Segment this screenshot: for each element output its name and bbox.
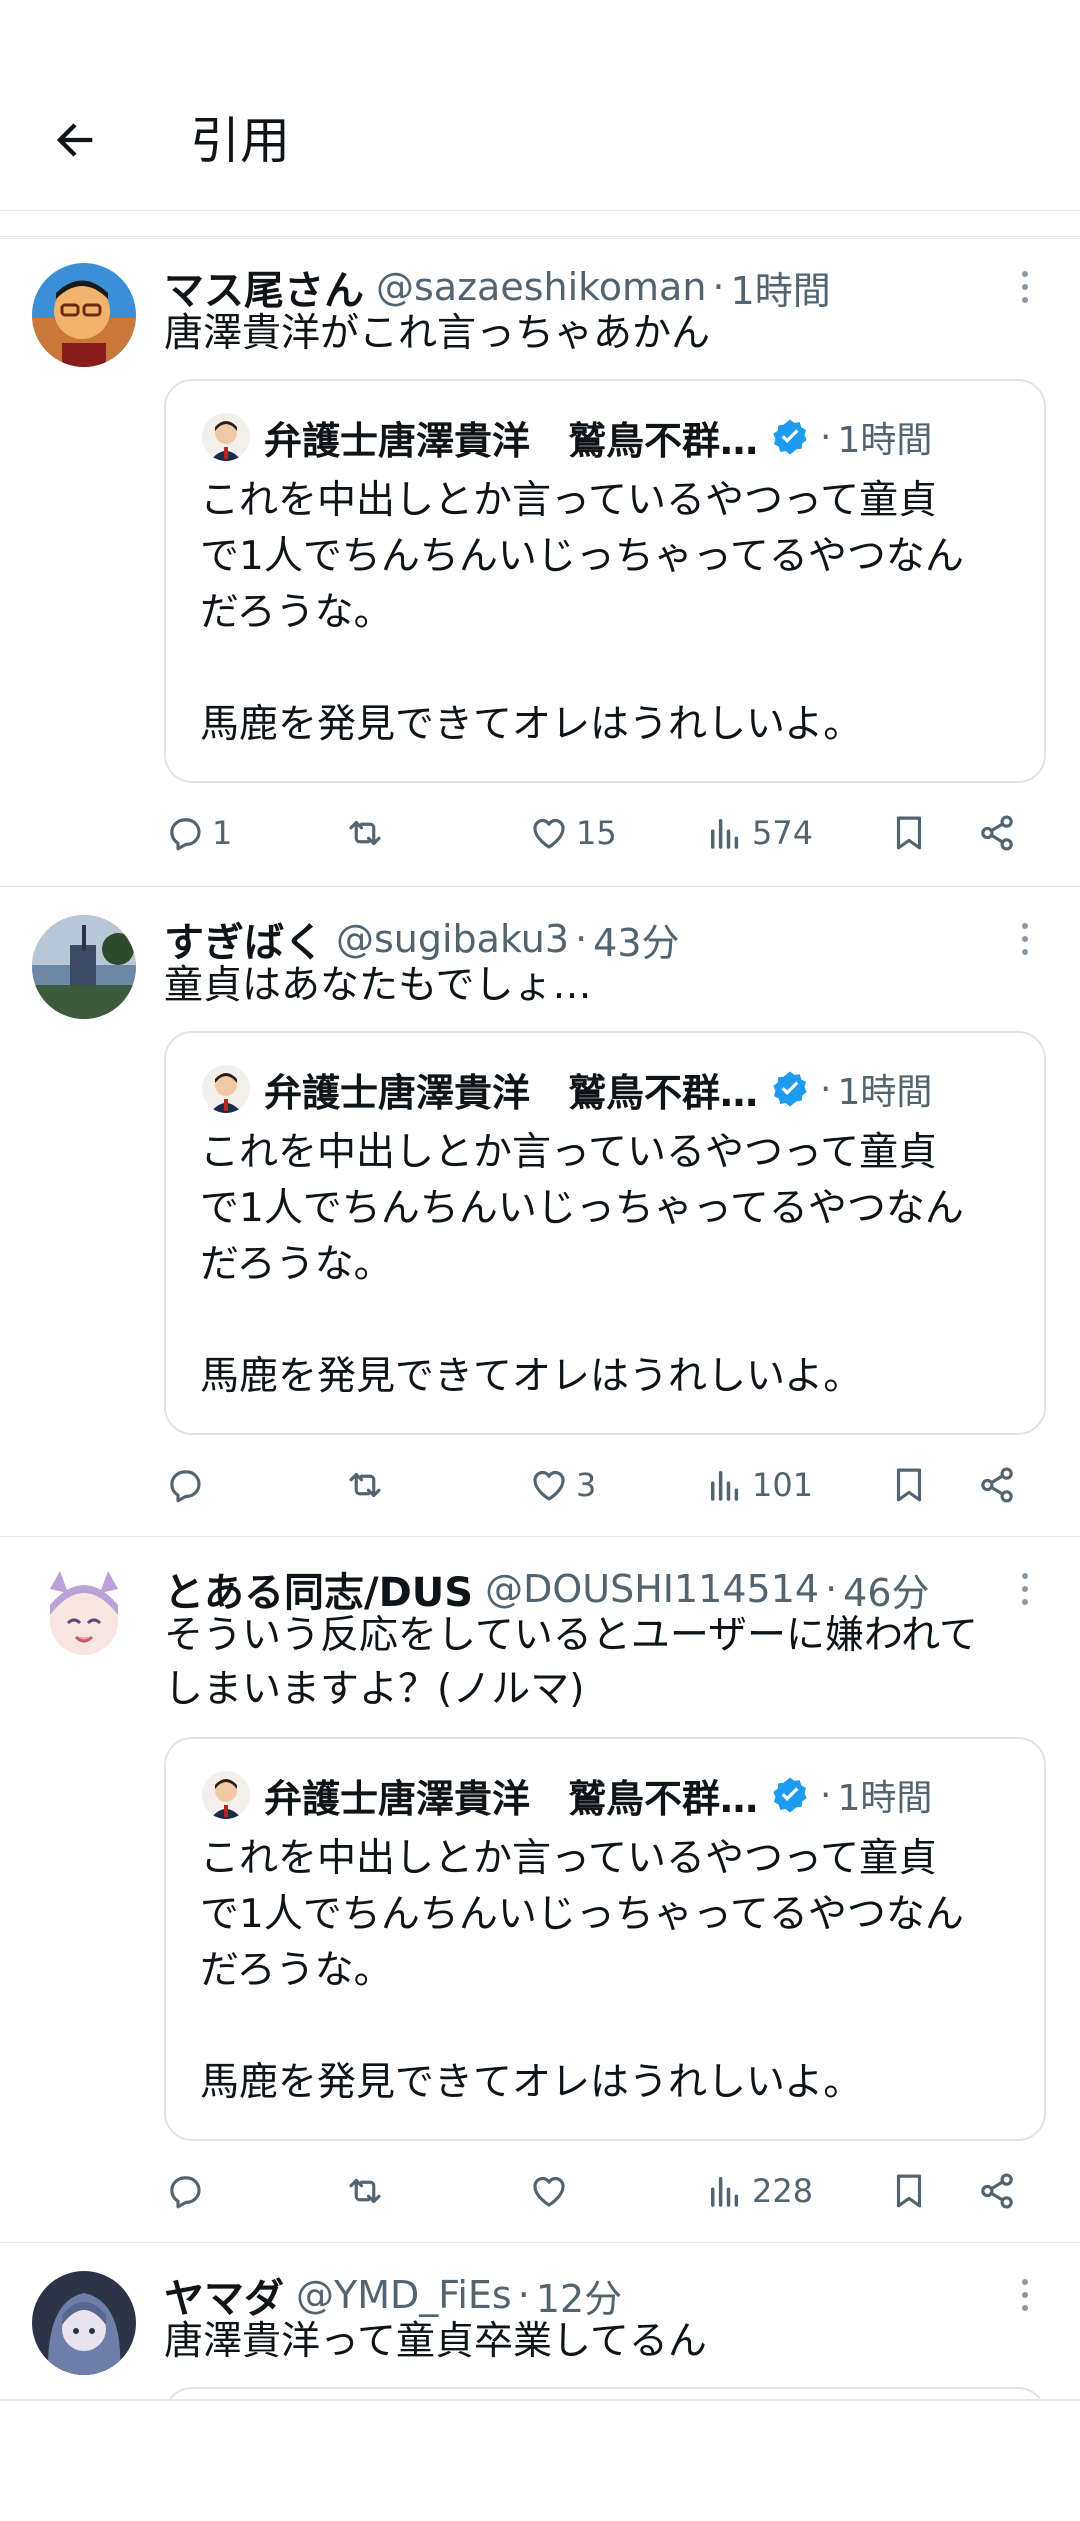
author-handle[interactable]: @sazaeshikoman (376, 265, 706, 309)
share-button[interactable] (976, 803, 1018, 863)
like-icon (533, 819, 565, 849)
share-button[interactable] (976, 1455, 1018, 1515)
views-icon (711, 819, 739, 849)
avatar[interactable] (32, 915, 136, 1019)
quoted-author-name: 弁護士唐澤貴洋 鷲鳥不群… (264, 1776, 759, 1821)
quoted-avatar (202, 1065, 250, 1113)
views-button[interactable]: 101 (704, 1455, 813, 1515)
share-icon (981, 1467, 1013, 1503)
separator-dot: · (575, 917, 588, 961)
verified-badge-icon (773, 1071, 807, 1107)
bookmark-icon (896, 1468, 922, 1502)
reply-count: 1 (212, 814, 233, 852)
divider (0, 236, 1080, 237)
quoted-timestamp: 1時間 (837, 1778, 933, 1819)
retweet-icon (349, 820, 381, 846)
avatar[interactable] (32, 263, 136, 367)
tweet-text: 唐澤貴洋って童貞卒業してるん (164, 2319, 707, 2364)
separator-dot: · (825, 1567, 838, 1611)
views-icon (711, 1471, 739, 1501)
avatar-image (32, 263, 136, 367)
retweet-icon (349, 2178, 381, 2204)
action-bar: 228 (164, 2161, 1044, 2221)
tweet-1[interactable]: マス尾さん @sazaeshikoman · 1時間 唐澤貴洋がこれ言っちゃあか… (0, 238, 1080, 887)
share-icon (981, 815, 1013, 851)
author-handle[interactable]: @YMD_FiEs (296, 2273, 512, 2317)
quoted-tweet[interactable]: 弁護士唐澤貴洋 鷲鳥不群… · 1時間 これを中出しとか言っているやつって童貞 … (164, 1031, 1046, 1435)
quoted-tweet[interactable]: 弁護士唐澤貴洋 鷲鳥不群… · 1時間 これを中出しとか言っているやつって童貞 … (164, 1737, 1046, 2141)
author-handle[interactable]: @sugibaku3 (336, 917, 569, 961)
bookmark-button[interactable] (888, 2161, 930, 2221)
view-count: 228 (752, 2172, 814, 2210)
like-button[interactable]: 15 (528, 803, 617, 863)
like-button[interactable]: 3 (528, 1455, 596, 1515)
retweet-button[interactable] (344, 1455, 386, 1515)
share-button[interactable] (976, 2161, 1018, 2221)
separator-dot: · (712, 265, 725, 309)
reply-icon (170, 1470, 201, 1503)
view-count: 574 (752, 814, 814, 852)
separator-dot: · (517, 2273, 530, 2317)
avatar-image (32, 2271, 136, 2375)
quoted-timestamp: 1時間 (837, 1072, 933, 1113)
quoted-avatar (202, 413, 250, 461)
reply-icon (170, 818, 201, 851)
quoted-text: これを中出しとか言っているやつって童貞 で1人でちんちんいじっちゃってるやつなん… (200, 1836, 964, 2105)
reply-button[interactable]: 1 (164, 803, 232, 863)
quoted-author-name: 弁護士唐澤貴洋 鷲鳥不群… (264, 1070, 759, 1115)
separator-dot: · (820, 416, 832, 458)
reply-button[interactable] (164, 2161, 212, 2221)
quoted-tweet[interactable]: 弁護士唐澤貴洋 鷲鳥不群… · 1時間 これを中出しとか言っているやつって童貞 … (164, 379, 1046, 783)
share-icon (981, 2173, 1013, 2209)
author-handle[interactable]: @DOUSHI114514 (485, 1567, 819, 1611)
avatar[interactable] (32, 1565, 136, 1669)
bookmark-icon (896, 2174, 922, 2208)
like-icon (533, 1471, 565, 1501)
tweet-text: そういう反応をしているとユーザーに嫌われて しまいますよ？(ノルマ) (164, 1613, 978, 1712)
bottom-divider (0, 2399, 1080, 2521)
view-count: 101 (752, 1466, 814, 1504)
tweet-text: 童貞はあなたもでしょ… (164, 963, 592, 1008)
quoted-timestamp: 1時間 (837, 420, 933, 461)
reply-button[interactable] (164, 1455, 212, 1515)
tweet-4[interactable]: ヤマダ @YMD_FiEs · 12分 唐澤貴洋って童貞卒業してるん (0, 2242, 1080, 2521)
tweet-2[interactable]: すぎばく @sugibaku3 · 43分 童貞はあなたもでしょ… 弁護士唐澤貴… (0, 886, 1080, 1537)
like-button[interactable] (528, 2161, 576, 2221)
tweet-3[interactable]: とある同志/DUS @DOUSHI114514 · 46分 そういう反応をしてい… (0, 1536, 1080, 2243)
tweet-text: 唐澤貴洋がこれ言っちゃあかん (164, 311, 711, 356)
reply-icon (170, 2176, 201, 2209)
verified-badge-icon (773, 1777, 807, 1813)
avatar-image (32, 1565, 136, 1669)
top-bar: 引用 (0, 0, 1080, 211)
back-button[interactable] (40, 105, 110, 175)
action-bar: 3 101 (164, 1455, 1044, 1515)
quoted-avatar (202, 1771, 250, 1819)
views-button[interactable]: 574 (704, 803, 813, 863)
bookmark-icon (896, 816, 922, 850)
like-count: 3 (576, 1466, 597, 1504)
action-bar: 1 15 574 (164, 803, 1044, 863)
quoted-text: これを中出しとか言っているやつって童貞 で1人でちんちんいじっちゃってるやつなん… (200, 478, 964, 747)
separator-dot: · (820, 1774, 832, 1816)
avatar-image (32, 915, 136, 1019)
bookmark-button[interactable] (888, 803, 930, 863)
retweet-icon (349, 1472, 381, 1498)
views-button[interactable]: 228 (704, 2161, 813, 2221)
retweet-button[interactable] (344, 803, 386, 863)
bookmark-button[interactable] (888, 1455, 930, 1515)
like-icon (533, 2177, 565, 2207)
views-icon (711, 2177, 739, 2207)
verified-badge-icon (773, 419, 807, 455)
back-arrow-icon (56, 123, 93, 157)
quoted-author-name: 弁護士唐澤貴洋 鷲鳥不群… (264, 418, 759, 463)
retweet-button[interactable] (344, 2161, 386, 2221)
like-count: 15 (576, 814, 617, 852)
quoted-text: これを中出しとか言っているやつって童貞 で1人でちんちんいじっちゃってるやつなん… (200, 1130, 964, 1399)
page-title: 引用 (190, 112, 290, 170)
avatar[interactable] (32, 2271, 136, 2375)
separator-dot: · (820, 1068, 832, 1110)
